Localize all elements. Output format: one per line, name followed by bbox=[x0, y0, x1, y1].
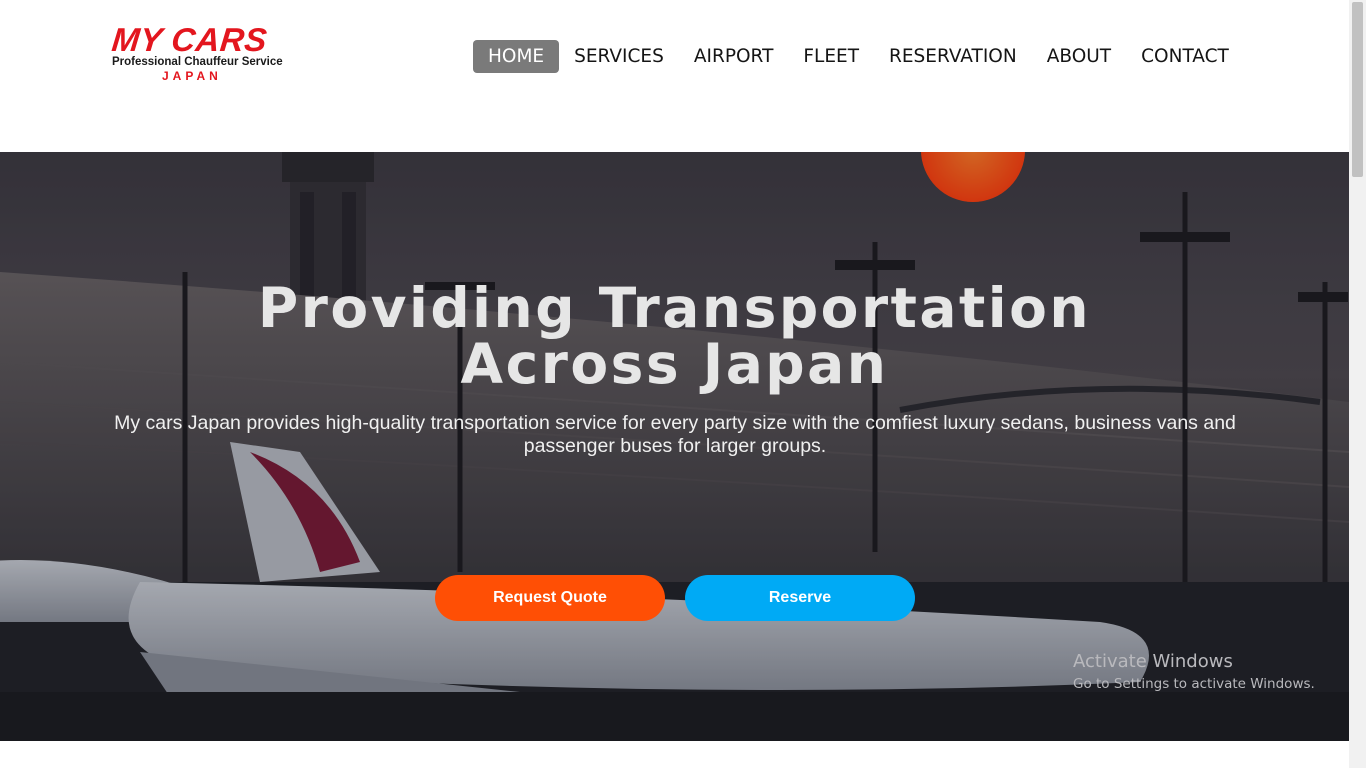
nav-item-reservation[interactable]: RESERVATION bbox=[874, 40, 1032, 73]
nav-item-home[interactable]: HOME bbox=[473, 40, 560, 73]
activate-windows-watermark: Activate Windows Go to Settings to activ… bbox=[1073, 650, 1315, 694]
request-quote-button[interactable]: Request Quote bbox=[435, 575, 665, 621]
hero-section: Providing Transportation Across Japan My… bbox=[0, 152, 1349, 741]
brand-tagline: Professional Chauffeur Service bbox=[112, 56, 283, 68]
nav-item-fleet[interactable]: FLEET bbox=[788, 40, 874, 73]
reserve-button[interactable]: Reserve bbox=[685, 575, 915, 621]
main-nav: HOME SERVICES AIRPORT FLEET RESERVATION … bbox=[473, 40, 1244, 73]
nav-item-airport[interactable]: AIRPORT bbox=[679, 40, 789, 73]
hero-title-line1: Providing Transportation bbox=[257, 276, 1092, 340]
nav-item-about[interactable]: ABOUT bbox=[1032, 40, 1126, 73]
nav-item-contact[interactable]: CONTACT bbox=[1126, 40, 1244, 73]
page-below-hero bbox=[0, 741, 1349, 768]
hero-title-line2: Across Japan bbox=[460, 332, 889, 396]
scrollbar-thumb[interactable] bbox=[1352, 2, 1363, 177]
hero-title: Providing Transportation Across Japan bbox=[0, 280, 1349, 392]
watermark-subtitle: Go to Settings to activate Windows. bbox=[1073, 676, 1315, 692]
brand-name: MY CARS bbox=[110, 21, 270, 58]
brand-country: JAPAN bbox=[162, 69, 222, 83]
nav-item-services[interactable]: SERVICES bbox=[559, 40, 679, 73]
brand-logo[interactable]: MY CARS Professional Chauffeur Service J… bbox=[110, 21, 292, 86]
watermark-title: Activate Windows bbox=[1073, 651, 1233, 672]
vertical-scrollbar[interactable] bbox=[1349, 0, 1366, 768]
site-header: MY CARS Professional Chauffeur Service J… bbox=[0, 0, 1349, 152]
hero-subtitle: My cars Japan provides high-quality tran… bbox=[114, 412, 1236, 457]
